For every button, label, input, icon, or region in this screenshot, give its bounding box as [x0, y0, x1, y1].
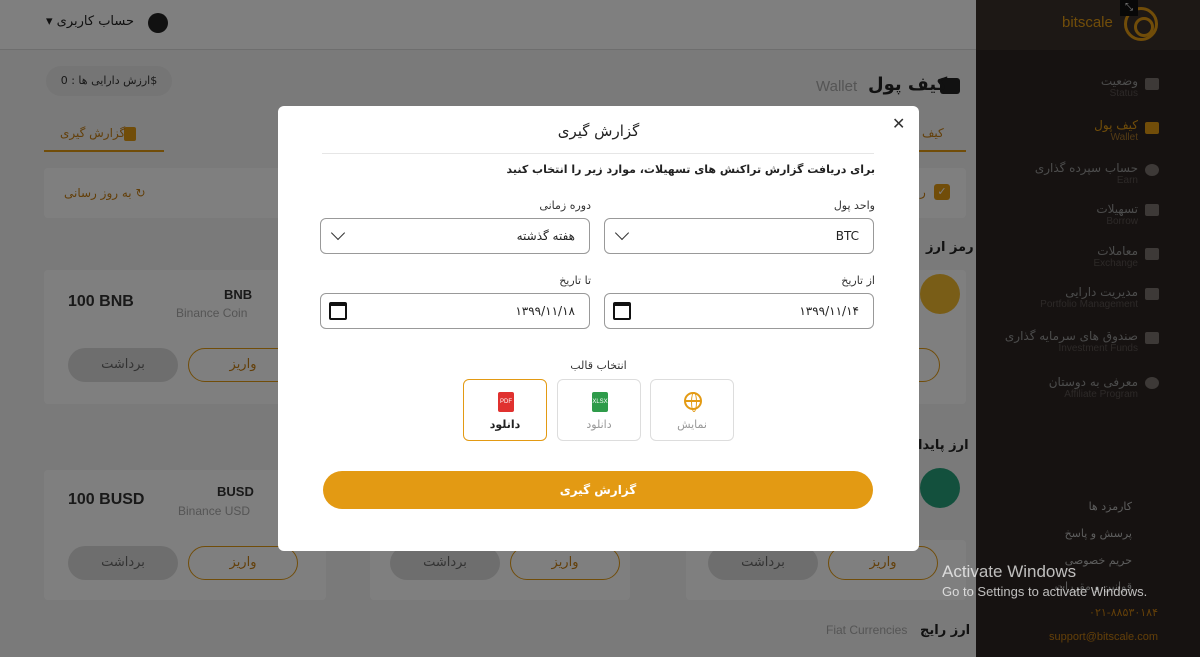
submit-report-button[interactable]: گزارش گیری — [323, 471, 873, 509]
period-label: دوره زمانی — [539, 199, 591, 212]
template-caption: دانلود — [489, 418, 521, 431]
globe-icon — [684, 392, 702, 412]
template-xlsx[interactable]: XLSX دانلود — [557, 379, 641, 441]
template-caption: نمایش — [677, 418, 707, 431]
pdf-file-icon: PDF — [498, 392, 514, 412]
divider — [322, 153, 874, 154]
modal-description: برای دریافت گزارش تراکنش های تسهیلات، مو… — [506, 163, 875, 176]
from-date-field[interactable]: ۱۳۹۹/۱۱/۱۴ — [604, 293, 874, 329]
chevron-down-icon — [330, 225, 346, 241]
period-value: هفته گذشته — [516, 229, 575, 243]
to-date-label: تا تاریخ — [559, 274, 591, 287]
unit-select[interactable]: BTC — [604, 218, 874, 254]
template-caption: دانلود — [586, 418, 612, 431]
xlsx-file-icon: XLSX — [592, 392, 608, 412]
to-date-value: ۱۳۹۹/۱۱/۱۸ — [515, 304, 575, 318]
activate-subtitle: Go to Settings to activate Windows. — [942, 584, 1148, 599]
template-pdf[interactable]: PDF دانلود — [463, 379, 547, 441]
template-label: انتخاب قالب — [570, 359, 627, 372]
unit-label: واحد پول — [833, 199, 875, 212]
to-date-field[interactable]: ۱۳۹۹/۱۱/۱۸ — [320, 293, 590, 329]
calendar-icon[interactable] — [613, 302, 631, 320]
from-date-label: از تاریخ — [841, 274, 875, 287]
from-date-value: ۱۳۹۹/۱۱/۱۴ — [799, 304, 859, 318]
template-view[interactable]: نمایش — [650, 379, 734, 441]
modal-title: گزارش گیری — [557, 122, 640, 140]
windows-activation-watermark: Activate Windows Go to Settings to activ… — [942, 562, 1147, 599]
chevron-down-icon — [614, 225, 630, 241]
calendar-icon[interactable] — [329, 302, 347, 320]
report-modal: ✕ گزارش گیری برای دریافت گزارش تراکنش ها… — [278, 106, 919, 551]
activate-title: Activate Windows — [942, 562, 1077, 581]
unit-value: BTC — [835, 229, 859, 243]
period-select[interactable]: هفته گذشته — [320, 218, 590, 254]
